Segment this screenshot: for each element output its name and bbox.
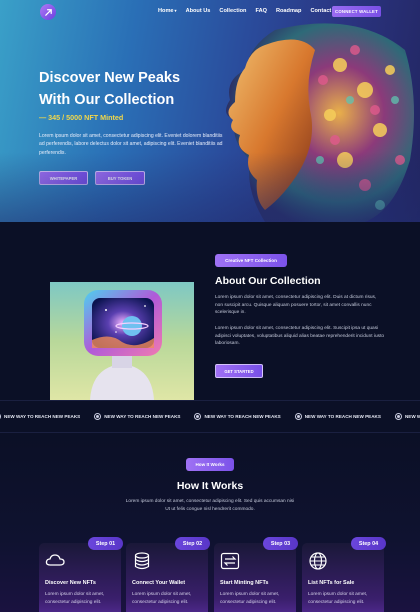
step-badge: Step 03 (263, 537, 298, 550)
top-nav: Home▾ About Us Collection FAQ Roadmap Co… (0, 0, 420, 24)
hero-title: Discover New Peaks With Our Collection (39, 67, 219, 111)
hero-description: Lorem ipsum dolor sit amet, consectetur … (39, 133, 223, 156)
step-badge: Step 04 (351, 537, 386, 550)
cloud-icon (45, 554, 65, 566)
step-description: Lorem ipsum dolor sit amet, consectetur … (220, 592, 280, 605)
logo-icon[interactable] (40, 4, 56, 20)
marquee-item: NEW WAY TO REACH NEW PEAKS (94, 413, 180, 420)
marquee-item: NEW WAY TO REACH NEW PEAKS (394, 413, 420, 420)
hero-title-line1: Discover New Peaks (39, 70, 181, 86)
globe-icon (309, 552, 327, 570)
connect-wallet-button[interactable]: CONNECT WALLET (332, 6, 381, 17)
about-title: About Our Collection (215, 275, 321, 287)
marquee-text: NEW WAY TO REACH NEW PEAKS (404, 414, 420, 419)
nav-links: Home▾ About Us Collection FAQ Roadmap Co… (158, 8, 331, 14)
how-it-works-pill: How It Works (186, 458, 234, 471)
minted-count: — 345 / 5000 NFT Minted (39, 113, 124, 122)
marquee-banner: NEW WAY TO REACH NEW PEAKS NEW WAY TO REA… (0, 400, 420, 433)
marquee-text: NEW WAY TO REACH NEW PEAKS (4, 414, 81, 419)
nav-link-home[interactable]: Home▾ (158, 8, 177, 14)
step-title: List NFTs for Sale (308, 580, 355, 586)
step-title: Start Minting NFTs (220, 580, 269, 586)
target-icon (394, 413, 402, 420)
about-paragraph-2: Lorem ipsum dolor sit amet, consectetur … (215, 326, 385, 347)
whitepaper-button[interactable]: WHITEPAPER (39, 171, 88, 185)
step-description: Lorem ipsum dolor sit amet, consectetur … (132, 592, 192, 605)
hero-section: Home▾ About Us Collection FAQ Roadmap Co… (0, 0, 420, 222)
landing-page: Home▾ About Us Collection FAQ Roadmap Co… (0, 0, 420, 612)
collection-pill: Creative NFT Collection (215, 254, 287, 267)
target-icon (0, 413, 1, 420)
how-it-works-section: How It Works How It Works Lorem ipsum do… (0, 433, 420, 612)
marquee-row: NEW WAY TO REACH NEW PEAKS NEW WAY TO REA… (0, 413, 420, 420)
step-title: Connect Your Wallet (132, 580, 186, 586)
buy-token-button[interactable]: BUY TOKEN (95, 171, 145, 185)
step-card-1[interactable]: Step 01 Discover New NFTs Lorem ipsum do… (39, 537, 123, 612)
target-icon (94, 413, 102, 420)
step-card-2[interactable]: Step 02 Connect Your Wallet Lorem ipsum … (126, 537, 210, 612)
step-card-4[interactable]: Step 04 List NFTs for Sale Lorem ipsum d… (302, 537, 386, 612)
about-section: Creative NFT Collection About Our Collec… (0, 222, 420, 400)
step-title: Discover New NFTs (45, 580, 96, 586)
marquee-item: NEW WAY TO REACH NEW PEAKS (194, 413, 281, 420)
marquee-text: NEW WAY TO REACH NEW PEAKS (104, 414, 181, 419)
step-badge: Step 01 (88, 537, 123, 550)
step-description: Lorem ipsum dolor sit amet, consectetur … (45, 592, 105, 605)
target-icon (194, 413, 202, 420)
swap-icon (220, 552, 240, 570)
step-card-3[interactable]: Step 03 Start Minting NFTs Lorem ipsum d… (214, 537, 298, 612)
nav-link-collection[interactable]: Collection (219, 8, 246, 14)
nav-link-contact[interactable]: Contact (310, 8, 331, 14)
how-it-works-title: How It Works (176, 480, 244, 492)
hero-statue-image (226, 23, 414, 222)
marquee-text: NEW WAY TO REACH NEW PEAKS (304, 414, 381, 419)
chevron-down-icon: ▾ (174, 8, 177, 13)
nav-link-about[interactable]: About Us (186, 8, 211, 14)
nav-link-faq[interactable]: FAQ (255, 8, 267, 14)
target-icon (294, 413, 302, 420)
hero-title-line2: With Our Collection (39, 92, 175, 108)
how-it-works-description: Lorem ipsum dolor sit amet, consectetur … (125, 499, 295, 512)
database-icon (134, 552, 150, 570)
step-badge: Step 02 (175, 537, 210, 550)
step-description: Lorem ipsum dolor sit amet, consectetur … (308, 592, 368, 605)
nav-link-roadmap[interactable]: Roadmap (276, 8, 302, 14)
about-astronaut-image (50, 282, 194, 400)
marquee-item: NEW WAY TO REACH NEW PEAKS (294, 413, 381, 420)
marquee-text: NEW WAY TO REACH NEW PEAKS (204, 414, 281, 419)
marquee-item: NEW WAY TO REACH NEW PEAKS (0, 413, 80, 420)
get-started-button[interactable]: GET STARTED (215, 364, 263, 378)
about-paragraph-1: Lorem ipsum dolor sit amet, consectetur … (215, 295, 377, 316)
